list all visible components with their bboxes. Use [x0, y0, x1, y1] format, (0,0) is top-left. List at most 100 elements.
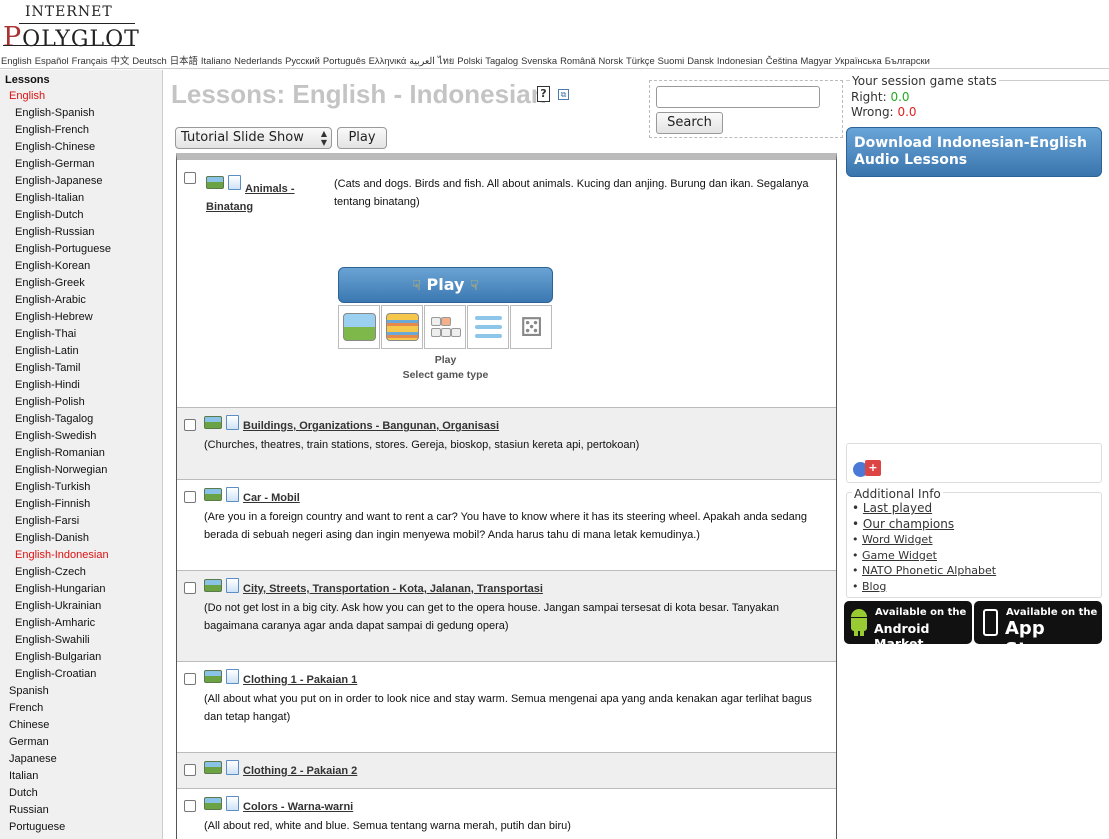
- language-link[interactable]: Tagalog: [485, 55, 518, 66]
- link-nato-alphabet[interactable]: • NATO Phonetic Alphabet: [852, 564, 996, 577]
- lesson-checkbox[interactable]: [184, 764, 196, 776]
- sidebar-item[interactable]: English-Dutch: [15, 209, 83, 221]
- sidebar-item[interactable]: English-Thai: [15, 328, 76, 340]
- sidebar-item[interactable]: English-Tagalog: [15, 413, 93, 425]
- lesson-checkbox[interactable]: [184, 419, 196, 431]
- language-link[interactable]: Polski: [457, 55, 482, 66]
- sidebar-item[interactable]: English-French: [15, 124, 89, 136]
- language-link[interactable]: Svenska: [521, 55, 557, 66]
- picture-icon[interactable]: [204, 797, 222, 810]
- document-icon[interactable]: [226, 578, 239, 593]
- link-our-champions[interactable]: • Our champions: [852, 517, 954, 531]
- language-link[interactable]: Български: [885, 55, 930, 66]
- language-link[interactable]: Čeština: [766, 55, 798, 66]
- sidebar-item[interactable]: English-Romanian: [15, 447, 105, 459]
- sidebar-item[interactable]: English-Russian: [15, 226, 94, 238]
- link-last-played[interactable]: • Last played: [852, 501, 932, 515]
- sidebar-item[interactable]: Portuguese: [9, 821, 65, 833]
- document-icon[interactable]: [226, 796, 239, 811]
- sidebar-item[interactable]: English-Hungarian: [15, 583, 106, 595]
- sidebar-item[interactable]: Italian: [9, 770, 38, 782]
- help-icon[interactable]: ?: [537, 86, 550, 102]
- sidebar-item[interactable]: English-Czech: [15, 566, 86, 578]
- sidebar-item[interactable]: English-Amharic: [15, 617, 95, 629]
- sidebar-item[interactable]: English-German: [15, 158, 94, 170]
- picture-icon[interactable]: [204, 670, 222, 683]
- sidebar-item[interactable]: English-Latin: [15, 345, 79, 357]
- sidebar-item[interactable]: English-Norwegian: [15, 464, 107, 476]
- language-link[interactable]: 日本語: [170, 55, 198, 66]
- sidebar-item[interactable]: English-Farsi: [15, 515, 79, 527]
- language-link[interactable]: Русский: [285, 55, 320, 66]
- game-type-list[interactable]: [467, 305, 509, 349]
- language-link[interactable]: Türkçe: [626, 55, 655, 66]
- sidebar-item[interactable]: English-Tamil: [15, 362, 80, 374]
- language-link[interactable]: Español: [35, 55, 69, 66]
- document-icon[interactable]: [226, 415, 239, 430]
- sidebar-item[interactable]: English-Swedish: [15, 430, 96, 442]
- download-audio-button[interactable]: Download Indonesian-English Audio Lesson…: [846, 127, 1102, 177]
- sidebar-item[interactable]: English-Swahili: [15, 634, 90, 646]
- language-link[interactable]: Suomi: [658, 55, 685, 66]
- document-icon[interactable]: [226, 487, 239, 502]
- language-link[interactable]: Nederlands: [234, 55, 282, 66]
- sidebar-item[interactable]: English-Korean: [15, 260, 90, 272]
- language-link[interactable]: Ελληνικά: [369, 55, 407, 66]
- game-type-dice[interactable]: ⚄: [510, 305, 552, 349]
- search-button[interactable]: Search: [656, 112, 723, 134]
- lesson-title-link[interactable]: Buildings, Organizations - Bangunan, Org…: [243, 420, 499, 432]
- game-type-blocks[interactable]: [424, 305, 466, 349]
- sidebar-item[interactable]: English-Bulgarian: [15, 651, 101, 663]
- sidebar-item[interactable]: English-Hindi: [15, 379, 80, 391]
- sidebar-item[interactable]: English-Turkish: [15, 481, 90, 493]
- sidebar-item[interactable]: Dutch: [9, 787, 38, 799]
- language-link[interactable]: Dansk: [687, 55, 714, 66]
- sidebar-item[interactable]: English: [9, 90, 45, 102]
- google-plus-icon[interactable]: +: [853, 460, 881, 478]
- game-type-picture[interactable]: [338, 305, 380, 349]
- play-button[interactable]: Play: [337, 127, 387, 149]
- lesson-checkbox[interactable]: [184, 582, 196, 594]
- language-link[interactable]: Deutsch: [132, 55, 166, 66]
- picture-icon[interactable]: [204, 488, 222, 501]
- link-blog[interactable]: • Blog: [852, 580, 886, 593]
- link-word-widget[interactable]: • Word Widget: [852, 533, 933, 546]
- sidebar-item[interactable]: English-Ukrainian: [15, 600, 101, 612]
- language-link[interactable]: Norsk: [599, 55, 623, 66]
- sidebar-item[interactable]: English-Chinese: [15, 141, 95, 153]
- game-type-cards[interactable]: [381, 305, 423, 349]
- sidebar-item[interactable]: Russian: [9, 804, 49, 816]
- lesson-checkbox[interactable]: [184, 172, 196, 184]
- language-link[interactable]: Português: [323, 55, 366, 66]
- sidebar-item[interactable]: German: [9, 736, 49, 748]
- language-link[interactable]: ไทย: [438, 55, 454, 66]
- picture-icon[interactable]: [204, 761, 222, 774]
- sidebar-item[interactable]: English-Danish: [15, 532, 89, 544]
- language-link[interactable]: Română: [560, 55, 595, 66]
- external-link-icon[interactable]: ⧉: [558, 89, 569, 100]
- app-store-badge[interactable]: Available on the App Store: [974, 601, 1102, 660]
- site-logo[interactable]: INTERNET POLYGLOT: [3, 4, 139, 53]
- document-icon[interactable]: [226, 760, 239, 775]
- picture-icon[interactable]: [204, 579, 222, 592]
- sidebar-item[interactable]: Spanish: [9, 685, 49, 697]
- sidebar-item[interactable]: English-Indonesian: [15, 549, 109, 561]
- language-link[interactable]: Українська: [835, 55, 882, 66]
- lesson-title-link[interactable]: Clothing 1 - Pakaian 1: [243, 674, 357, 686]
- lesson-title-link[interactable]: Animals - Binatang: [206, 180, 306, 216]
- lesson-title-link[interactable]: Clothing 2 - Pakaian 2: [243, 765, 357, 777]
- sidebar-item[interactable]: French: [9, 702, 43, 714]
- picture-icon[interactable]: [204, 416, 222, 429]
- game-mode-select[interactable]: Tutorial Slide Show ▲ ▼: [175, 127, 332, 149]
- link-game-widget[interactable]: • Game Widget: [852, 549, 937, 562]
- sidebar-item[interactable]: Chinese: [9, 719, 49, 731]
- play-game-button[interactable]: ☟ Play ☟: [338, 267, 553, 303]
- lesson-title-link[interactable]: Colors - Warna-warni: [243, 801, 353, 813]
- sidebar-item[interactable]: English-Finnish: [15, 498, 90, 510]
- language-link[interactable]: العربية: [409, 55, 435, 66]
- sidebar-item[interactable]: Japanese: [9, 753, 57, 765]
- sidebar-item[interactable]: English-Croatian: [15, 668, 96, 680]
- android-market-badge[interactable]: Available on the Android Market: [844, 601, 972, 651]
- lesson-checkbox[interactable]: [184, 673, 196, 685]
- language-link[interactable]: Indonesian: [717, 55, 763, 66]
